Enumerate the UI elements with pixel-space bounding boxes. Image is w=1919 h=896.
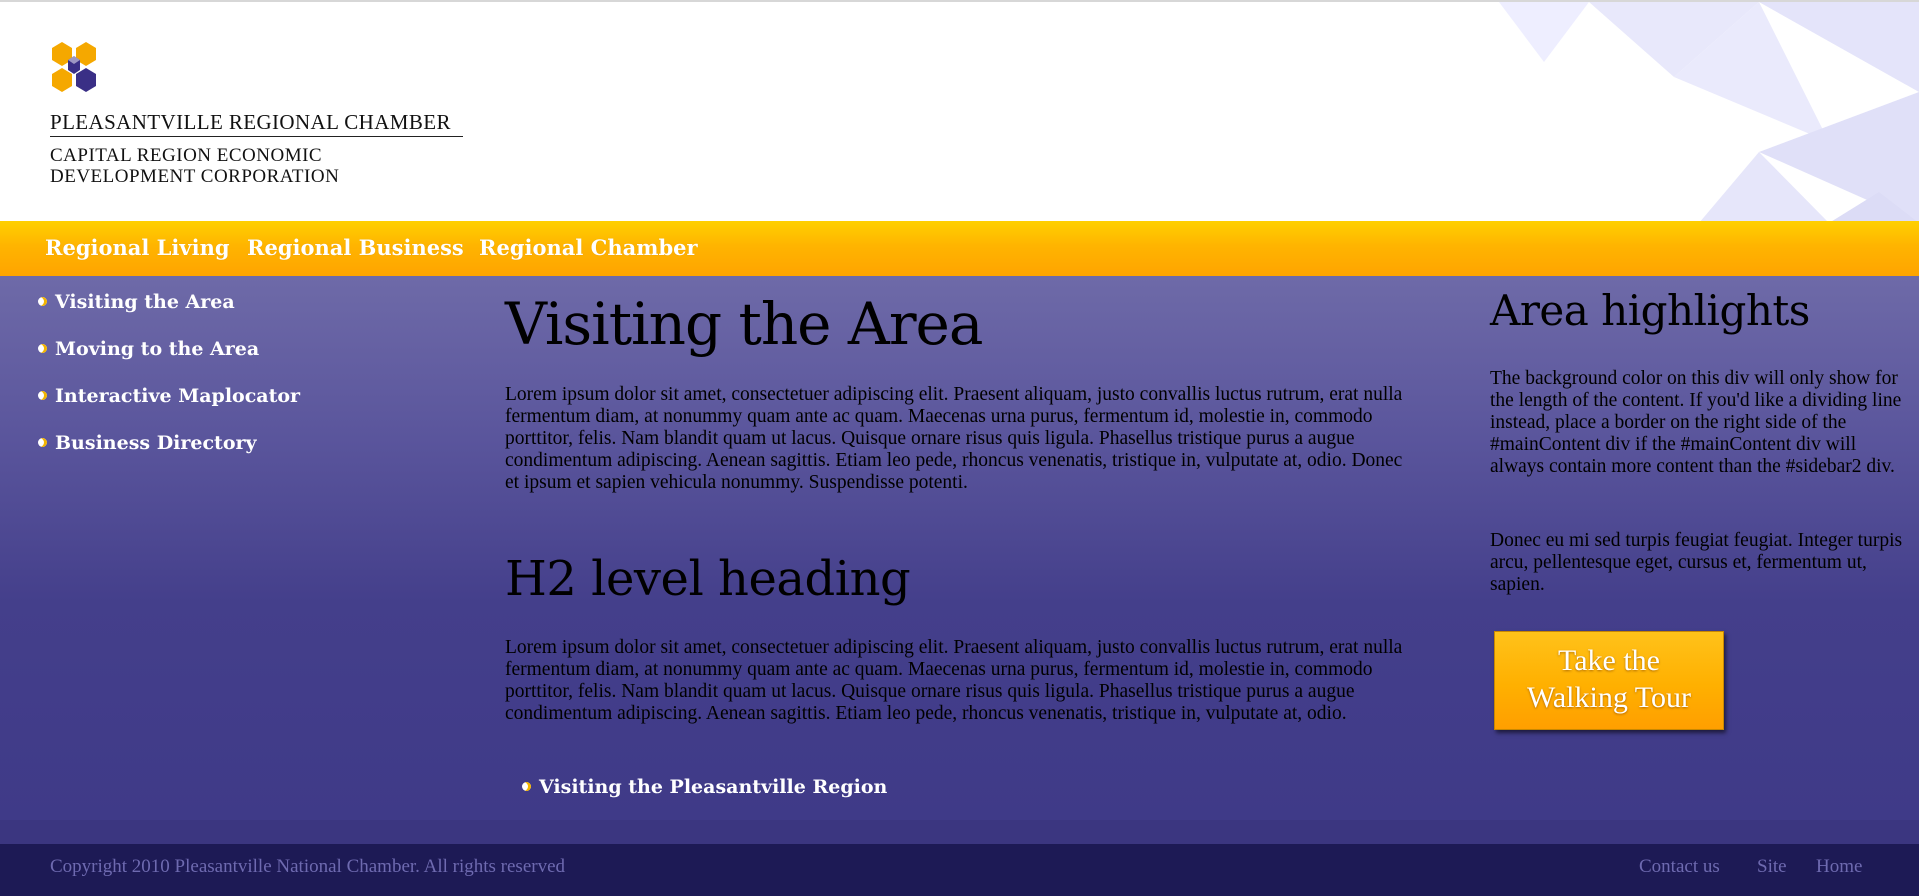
org-divider (50, 136, 463, 137)
footer-link-home[interactable]: Home (1816, 856, 1862, 878)
sidebar-item-label: Moving to the Area (55, 338, 260, 360)
footer: Copyright 2010 Pleasantville National Ch… (0, 844, 1919, 896)
section-heading: H2 level heading (505, 551, 911, 607)
nav-regional-living[interactable]: Regional Living (45, 235, 230, 260)
sidebar-item-maplocator[interactable]: Interactive Maplocator (38, 385, 300, 407)
page: PLEASANTVILLE REGIONAL CHAMBER CAPITAL R… (0, 0, 1919, 896)
header: PLEASANTVILLE REGIONAL CHAMBER CAPITAL R… (0, 0, 1919, 221)
intro-paragraph: Lorem ipsum dolor sit amet, consectetuer… (505, 384, 1403, 493)
org-subtitle: CAPITAL REGION ECONOMIC DEVELOPMENT CORP… (50, 145, 339, 187)
highlights-paragraph-2: Donec eu mi sed turpis feugiat feugiat. … (1490, 530, 1903, 595)
walking-tour-line1: Take the (1557, 644, 1660, 677)
sidebar-item-label: Business Directory (55, 432, 257, 454)
bullet-icon (38, 438, 47, 447)
highlights-title: Area highlights (1490, 286, 1810, 335)
header-decoration (1499, 2, 1919, 221)
footer-link-site[interactable]: Site (1757, 856, 1787, 878)
org-subtitle-line1: CAPITAL REGION ECONOMIC (50, 145, 323, 166)
top-nav: Regional Living Regional Business Region… (0, 221, 1919, 276)
bullet-icon (38, 297, 47, 306)
walking-tour-line2: Walking Tour (1526, 681, 1692, 714)
sidebar-item-label: Interactive Maplocator (55, 385, 301, 407)
org-name: PLEASANTVILLE REGIONAL CHAMBER (50, 110, 451, 134)
nav-regional-business[interactable]: Regional Business (247, 235, 464, 260)
visiting-region-link-label: Visiting the Pleasantville Region (539, 776, 888, 798)
sidebar-item-moving[interactable]: Moving to the Area (38, 338, 259, 360)
nav-regional-chamber[interactable]: Regional Chamber (479, 235, 698, 260)
page-title: Visiting the Area (505, 290, 983, 358)
sidebar-item-visiting[interactable]: Visiting the Area (38, 291, 235, 313)
bullet-icon (38, 344, 47, 353)
sidebar-item-business-directory[interactable]: Business Directory (38, 432, 257, 454)
highlights-paragraph-1: The background color on this div will on… (1490, 368, 1902, 477)
section-paragraph: Lorem ipsum dolor sit amet, consectetuer… (505, 637, 1403, 724)
footer-band (0, 820, 1919, 844)
walking-tour-button[interactable]: Take the Walking Tour (1494, 631, 1724, 730)
copyright-text: Copyright 2010 Pleasantville National Ch… (50, 856, 566, 877)
bullet-icon (38, 391, 47, 400)
footer-link-contact[interactable]: Contact us (1639, 856, 1720, 878)
main-area: Visiting the Area Moving to the Area Int… (0, 276, 1919, 820)
org-subtitle-line2: DEVELOPMENT CORPORATION (50, 166, 340, 187)
chamber-logo-icon (52, 42, 96, 92)
sidebar-item-label: Visiting the Area (55, 291, 235, 313)
visiting-region-link[interactable]: Visiting the Pleasantville Region (522, 776, 887, 798)
bullet-icon (522, 782, 531, 791)
